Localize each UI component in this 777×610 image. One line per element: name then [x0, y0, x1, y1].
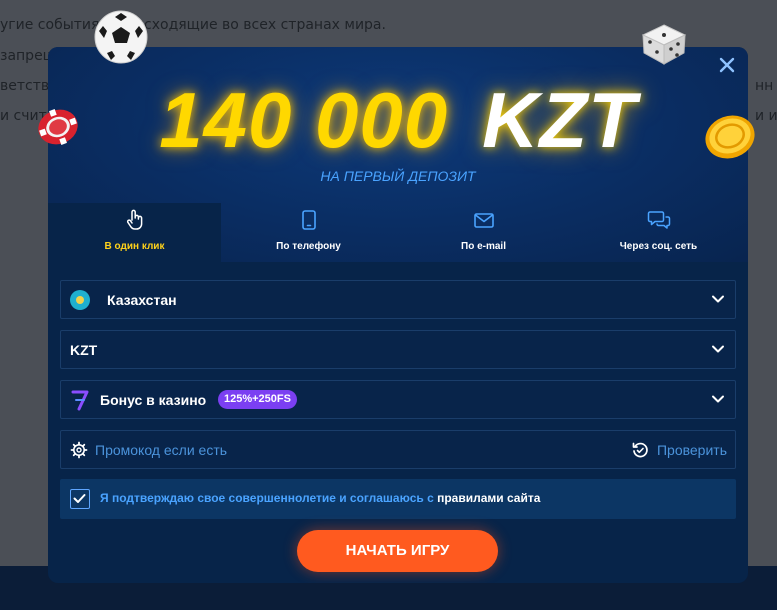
- hand-pointer-icon: [126, 209, 142, 230]
- close-icon[interactable]: [718, 56, 736, 74]
- refresh-check-icon: [632, 442, 648, 458]
- tab-label: По телефону: [276, 241, 341, 252]
- background-text-line: угие события, происходящие во всех стран…: [0, 17, 386, 33]
- tab-label: Через соц. сеть: [619, 241, 698, 252]
- registration-modal: 140 000 KZT НА ПЕРВЫЙ ДЕПОЗИТ В один клик…: [48, 47, 748, 583]
- casino-chip-icon: [38, 109, 78, 145]
- site-rules-link[interactable]: правилами сайта: [437, 491, 540, 505]
- age-confirmation-row: Я подтверждаю свое совершеннолетие и сог…: [60, 479, 736, 519]
- start-game-button[interactable]: НАЧАТЬ ИГРУ: [297, 530, 498, 572]
- age-confirmation-checkbox[interactable]: [70, 489, 90, 509]
- seven-icon: [71, 390, 89, 411]
- envelope-icon: [473, 213, 494, 228]
- bonus-subtitle: НА ПЕРВЫЙ ДЕПОЗИТ: [320, 168, 476, 184]
- bonus-badge: 125%+250FS: [218, 390, 297, 409]
- gear-icon: [70, 441, 88, 459]
- promo-code-input[interactable]: [95, 441, 535, 459]
- tab-one-click[interactable]: В один клик: [48, 203, 221, 263]
- country-value: Казахстан: [107, 292, 177, 308]
- soccer-ball-icon: [94, 10, 148, 64]
- currency-select[interactable]: KZT: [60, 330, 736, 369]
- bonus-select[interactable]: Бонус в казино 125%+250FS: [60, 380, 736, 419]
- promo-code-field: Проверить: [60, 430, 736, 469]
- dice-icon: [641, 24, 687, 65]
- check-promo-label: Проверить: [656, 442, 727, 458]
- chevron-down-icon: [712, 395, 724, 403]
- tab-phone[interactable]: По телефону: [221, 203, 396, 263]
- chat-bubbles-icon: [647, 211, 670, 229]
- tab-email[interactable]: По e-mail: [396, 203, 571, 263]
- agree-text: Я подтверждаю свое совершеннолетие и сог…: [100, 491, 438, 505]
- check-promo-button[interactable]: Проверить: [631, 439, 727, 461]
- phone-icon: [301, 210, 316, 230]
- country-select[interactable]: Казахстан: [60, 280, 736, 319]
- registration-tabs: В один клик По телефону По e-mail Через …: [48, 203, 748, 263]
- bonus-amount: 140 000: [159, 76, 449, 164]
- background-text-fragment: нн: [755, 78, 774, 94]
- checkmark-icon: [73, 494, 86, 503]
- chevron-down-icon: [712, 345, 724, 353]
- age-confirmation-text: Я подтверждаю свое совершеннолетие и сог…: [100, 491, 540, 505]
- tab-label: По e-mail: [461, 241, 506, 252]
- bonus-value: Бонус в казино: [100, 392, 207, 408]
- bonus-headline: 140 000 KZT: [48, 75, 748, 166]
- chevron-down-icon: [712, 295, 724, 303]
- currency-value: KZT: [70, 342, 98, 358]
- background-text-fragment: и и: [755, 108, 777, 124]
- bonus-currency: KZT: [482, 76, 637, 164]
- kazakhstan-flag-icon: [70, 290, 90, 310]
- tab-label: В один клик: [104, 241, 165, 252]
- tab-social[interactable]: Через соц. сеть: [571, 203, 746, 263]
- gold-coin-icon: [705, 115, 755, 159]
